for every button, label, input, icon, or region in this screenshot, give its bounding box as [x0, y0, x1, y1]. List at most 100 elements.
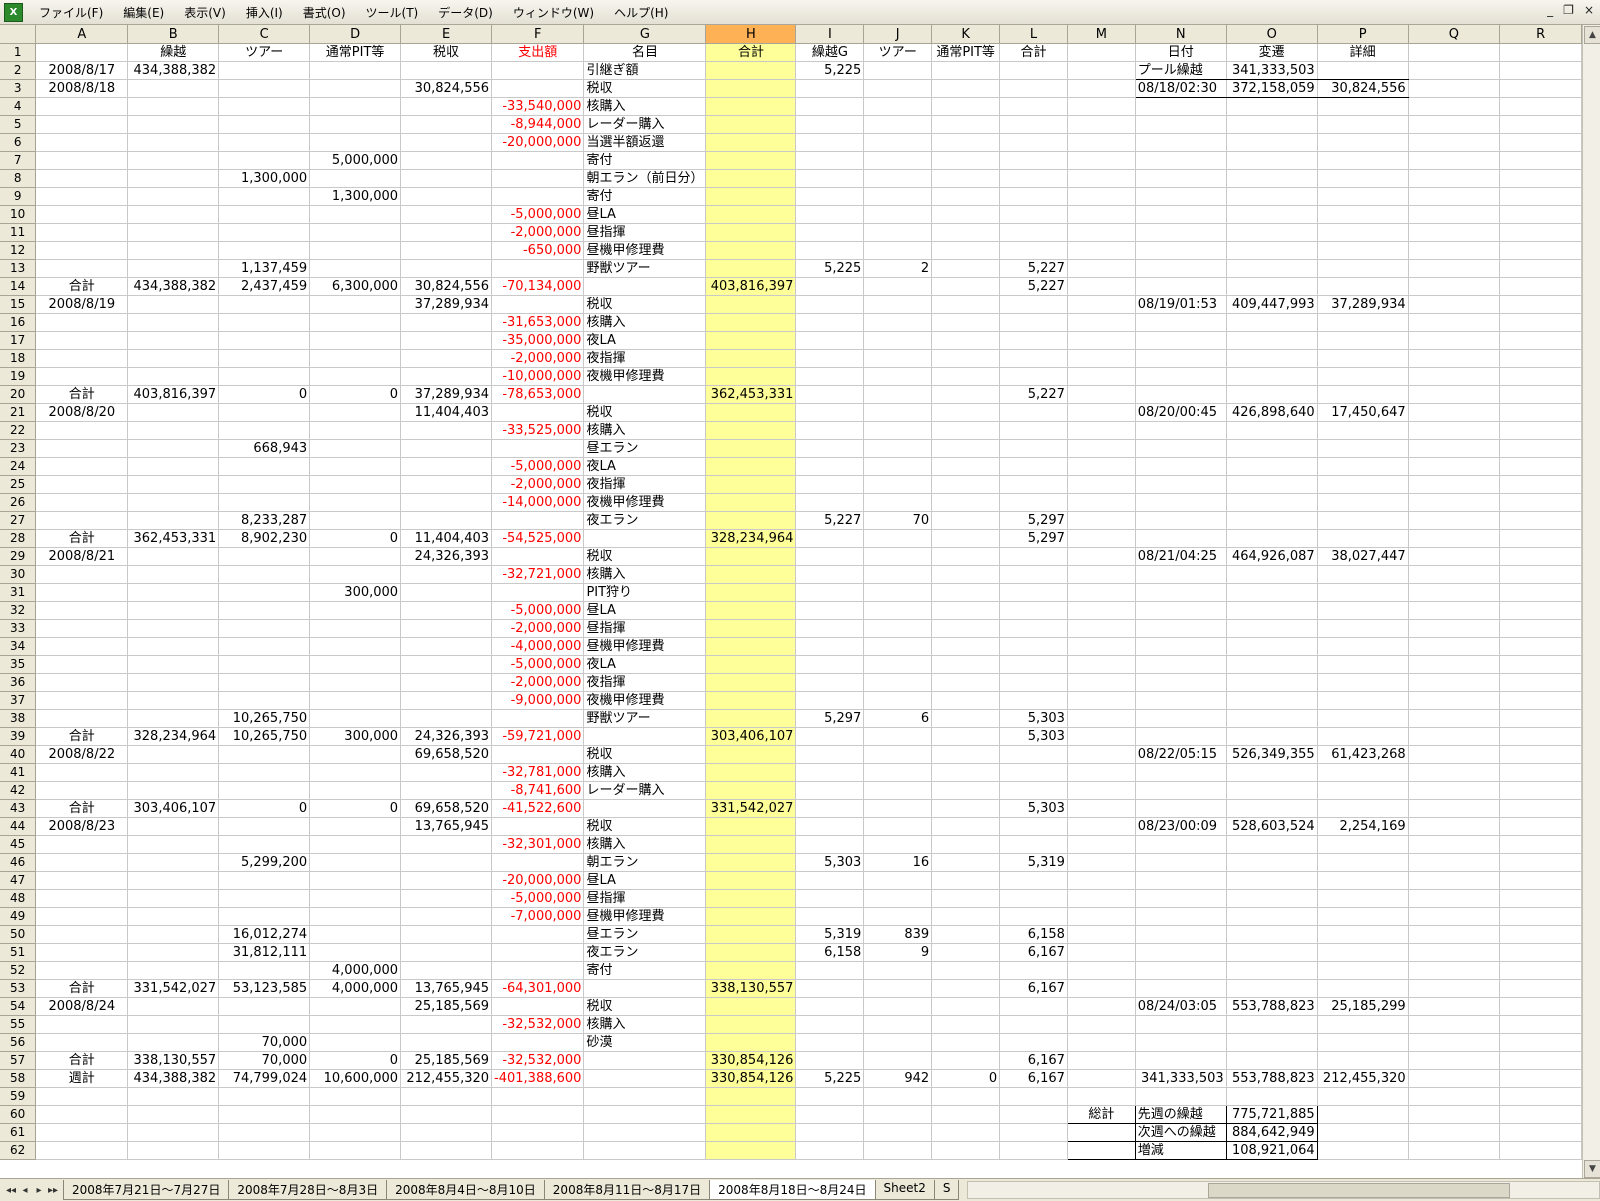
cell-G14[interactable] — [583, 277, 707, 296]
cell-O34[interactable] — [1226, 637, 1318, 656]
cell-Q55[interactable] — [1408, 1015, 1501, 1034]
cell-G47[interactable]: 昼LA — [583, 871, 707, 890]
cell-H23[interactable] — [705, 439, 797, 458]
cell-J56[interactable] — [863, 1033, 933, 1052]
cell-H29[interactable] — [705, 547, 797, 566]
cell-G8[interactable]: 朝エラン（前日分） — [583, 169, 707, 188]
cell-R35[interactable] — [1499, 655, 1582, 674]
cell-L23[interactable] — [999, 439, 1068, 458]
cell-H36[interactable] — [705, 673, 797, 692]
cell-G25[interactable]: 夜指揮 — [583, 475, 707, 494]
cell-E55[interactable] — [400, 1015, 493, 1034]
cell-O29[interactable]: 464,926,087 — [1226, 547, 1318, 566]
cell-K14[interactable] — [931, 277, 1001, 296]
cell-I40[interactable] — [795, 745, 865, 764]
cell-K51[interactable] — [931, 943, 1001, 962]
cell-N57[interactable] — [1135, 1051, 1227, 1070]
tab-nav-button-0[interactable]: ◂◂ — [4, 1185, 18, 1196]
cell-B5[interactable] — [127, 115, 220, 134]
cell-K1[interactable]: 通常PIT等 — [931, 43, 1001, 62]
cell-A1[interactable] — [35, 43, 129, 62]
cell-G2[interactable]: 引継ぎ額 — [583, 61, 707, 80]
cell-F61[interactable] — [491, 1123, 585, 1142]
cell-M13[interactable] — [1067, 259, 1136, 278]
cell-B56[interactable] — [127, 1033, 220, 1052]
cell-O28[interactable] — [1226, 529, 1318, 548]
cell-O23[interactable] — [1226, 439, 1318, 458]
cell-G7[interactable]: 寄付 — [583, 151, 707, 170]
cell-B58[interactable]: 434,388,382 — [127, 1069, 220, 1088]
cell-I27[interactable]: 5,227 — [795, 511, 865, 530]
cell-F58[interactable]: -401,388,600 — [491, 1069, 585, 1088]
cell-I26[interactable] — [795, 493, 865, 512]
cell-H52[interactable] — [705, 961, 797, 980]
cell-O40[interactable]: 526,349,355 — [1226, 745, 1318, 764]
cell-C58[interactable]: 74,799,024 — [218, 1069, 311, 1088]
cell-L39[interactable]: 5,303 — [999, 727, 1068, 746]
cell-A52[interactable] — [35, 961, 129, 980]
cell-M35[interactable] — [1067, 655, 1136, 674]
cell-R28[interactable] — [1499, 529, 1582, 548]
cell-C44[interactable] — [218, 817, 311, 836]
cell-A43[interactable]: 合計 — [35, 799, 129, 818]
cell-D49[interactable] — [309, 907, 402, 926]
cell-G50[interactable]: 昼エラン — [583, 925, 707, 944]
cell-C5[interactable] — [218, 115, 311, 134]
cell-D42[interactable] — [309, 781, 402, 800]
cell-K21[interactable] — [931, 403, 1001, 422]
cell-B35[interactable] — [127, 655, 220, 674]
cell-K47[interactable] — [931, 871, 1001, 890]
cell-L14[interactable]: 5,227 — [999, 277, 1068, 296]
cell-N61[interactable]: 次週への繰越 — [1135, 1123, 1227, 1142]
cell-H12[interactable] — [705, 241, 797, 260]
cell-E14[interactable]: 30,824,556 — [400, 277, 493, 296]
cell-F55[interactable]: -32,532,000 — [491, 1015, 585, 1034]
cell-A18[interactable] — [35, 349, 129, 368]
cell-O54[interactable]: 553,788,823 — [1226, 997, 1318, 1016]
cell-N6[interactable] — [1135, 133, 1227, 152]
row-header[interactable]: 27 — [0, 511, 37, 530]
cell-Q42[interactable] — [1408, 781, 1501, 800]
cell-Q25[interactable] — [1408, 475, 1501, 494]
cell-P20[interactable] — [1317, 385, 1409, 404]
cell-F37[interactable]: -9,000,000 — [491, 691, 585, 710]
cell-M32[interactable] — [1067, 601, 1136, 620]
cell-E11[interactable] — [400, 223, 493, 242]
cell-J48[interactable] — [863, 889, 933, 908]
row-header[interactable]: 6 — [0, 133, 37, 152]
row-header[interactable]: 26 — [0, 493, 37, 512]
cell-B29[interactable] — [127, 547, 220, 566]
row-header[interactable]: 29 — [0, 547, 37, 566]
cell-L20[interactable]: 5,227 — [999, 385, 1068, 404]
cell-H46[interactable] — [705, 853, 797, 872]
cell-M7[interactable] — [1067, 151, 1136, 170]
cell-M11[interactable] — [1067, 223, 1136, 242]
cell-A27[interactable] — [35, 511, 129, 530]
sheet-tab[interactable]: 2008年7月21日～7月27日 — [63, 1180, 230, 1200]
cell-J18[interactable] — [863, 349, 933, 368]
column-header-B[interactable]: B — [127, 25, 220, 44]
cell-D45[interactable] — [309, 835, 402, 854]
cell-I36[interactable] — [795, 673, 865, 692]
cell-E49[interactable] — [400, 907, 493, 926]
cell-B22[interactable] — [127, 421, 220, 440]
cell-N17[interactable] — [1135, 331, 1227, 350]
cell-L62[interactable] — [999, 1141, 1068, 1160]
cell-H16[interactable] — [705, 313, 797, 332]
cell-H53[interactable]: 338,130,557 — [705, 979, 797, 998]
cell-H30[interactable] — [705, 565, 797, 584]
cell-R4[interactable] — [1499, 97, 1582, 116]
cell-P59[interactable] — [1317, 1087, 1409, 1106]
cell-B11[interactable] — [127, 223, 220, 242]
cell-L35[interactable] — [999, 655, 1068, 674]
cell-L27[interactable]: 5,297 — [999, 511, 1068, 530]
cell-D43[interactable]: 0 — [309, 799, 402, 818]
cell-B17[interactable] — [127, 331, 220, 350]
cell-F10[interactable]: -5,000,000 — [491, 205, 585, 224]
cell-M50[interactable] — [1067, 925, 1136, 944]
cell-D47[interactable] — [309, 871, 402, 890]
cell-E18[interactable] — [400, 349, 493, 368]
cell-B23[interactable] — [127, 439, 220, 458]
cell-A48[interactable] — [35, 889, 129, 908]
cell-C34[interactable] — [218, 637, 311, 656]
